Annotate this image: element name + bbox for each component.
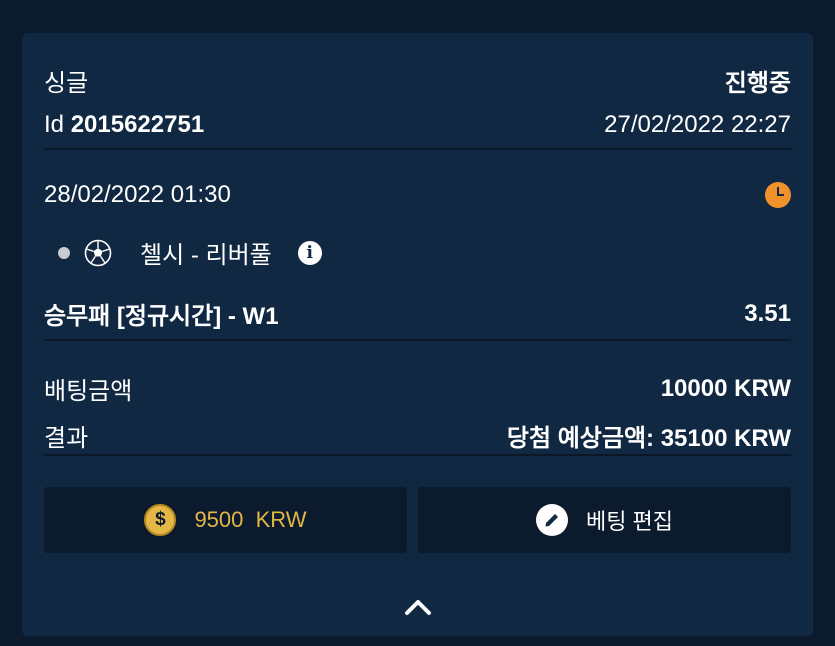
result-label: 결과 [44, 425, 89, 452]
stake-row: 배팅금액 10000 KRW [44, 371, 791, 406]
bet-id-label: Id [44, 111, 65, 138]
chevron-up-icon[interactable] [403, 598, 433, 616]
bet-id-value: 2015622751 [70, 111, 205, 138]
pencil-icon [535, 504, 568, 536]
event-start-datetime: 28/02/2022 01:30 [44, 181, 231, 208]
bet-header-row: 싱글 진행중 [44, 63, 791, 98]
divider [44, 454, 791, 456]
divider [44, 148, 791, 150]
dollar-coin-icon: $ [144, 504, 177, 536]
edit-bet-button[interactable]: 베팅 편집 [418, 487, 791, 553]
odds-value: 3.51 [744, 299, 791, 327]
event-match-name: 첼시 - 리버풀 [140, 242, 272, 269]
soccer-ball-icon [84, 239, 112, 266]
bet-id-row: Id 2015622751 27/02/2022 22:27 [44, 111, 791, 139]
divider [44, 339, 791, 341]
bet-card: 싱글 진행중 Id 2015622751 27/02/2022 22:27 28… [22, 33, 813, 636]
bet-placed-datetime: 27/02/2022 22:27 [604, 111, 791, 138]
cashout-button[interactable]: $ 9500 KRW [44, 487, 407, 553]
stake-label: 배팅금액 [44, 378, 133, 405]
event-time-row: 28/02/2022 01:30 [44, 181, 791, 209]
info-icon[interactable]: i [297, 240, 322, 265]
live-indicator-dot [58, 246, 70, 259]
stake-value: 10000 KRW [660, 374, 791, 402]
bet-type-label: 싱글 [44, 70, 89, 97]
potential-win-value: 당첨 예상금액: 35100 KRW [506, 425, 791, 452]
result-row: 결과 당첨 예상금액: 35100 KRW [44, 418, 791, 453]
edit-bet-label: 베팅 편집 [585, 509, 674, 534]
bet-status: 진행중 [724, 70, 791, 97]
event-match-row: 첼시 - 리버풀 i [44, 235, 791, 270]
market-row: 승무패 [정규시간] - W1 3.51 [44, 296, 791, 331]
bet-id: Id 2015622751 [44, 111, 204, 139]
cashout-amount: 9500 KRW [194, 507, 307, 532]
market-selection: 승무패 [정규시간] - W1 [44, 303, 279, 330]
clock-icon [765, 182, 791, 208]
